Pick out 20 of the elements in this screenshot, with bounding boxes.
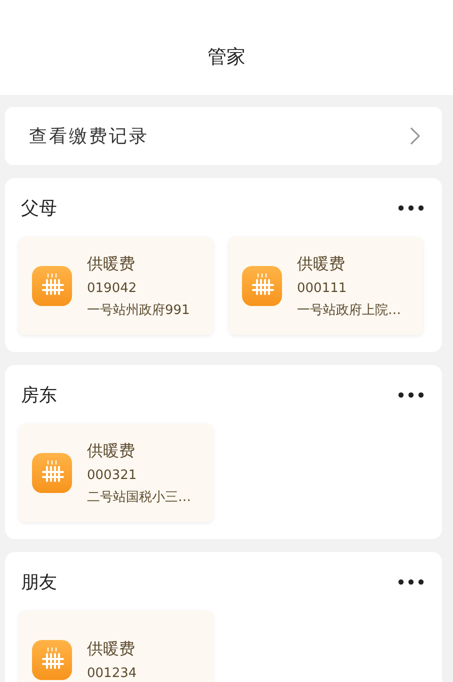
fee-type: 供暖费 bbox=[87, 638, 136, 660]
account-number: 001234 bbox=[87, 664, 137, 682]
group-name: 父母 bbox=[21, 196, 57, 220]
fee-type: 供暖费 bbox=[87, 440, 136, 462]
account-card[interactable]: 供暖费 000111 一号站政府上院… bbox=[229, 237, 423, 335]
page-title: 管家 bbox=[208, 45, 246, 70]
fee-type: 供暖费 bbox=[87, 252, 136, 274]
account-card[interactable]: 供暖费 001234 bbox=[19, 611, 213, 682]
account-address: 二号站国税小三… bbox=[87, 489, 191, 507]
account-card[interactable]: 供暖费 019042 一号站州政府991 bbox=[19, 237, 213, 335]
fee-type: 供暖费 bbox=[297, 252, 346, 274]
group-name: 房东 bbox=[21, 384, 57, 408]
account-number: 000321 bbox=[87, 466, 138, 484]
account-address: 一号站政府上院… bbox=[297, 302, 401, 320]
account-address: 一号站州政府991 bbox=[87, 302, 190, 320]
account-number: 019042 bbox=[87, 280, 138, 298]
account-number: 000111 bbox=[297, 280, 348, 298]
payment-records-link[interactable]: 查看缴费记录 bbox=[5, 107, 442, 165]
group-name: 朋友 bbox=[21, 570, 57, 594]
account-card[interactable]: 供暖费 000321 二号站国税小三… bbox=[19, 424, 213, 522]
